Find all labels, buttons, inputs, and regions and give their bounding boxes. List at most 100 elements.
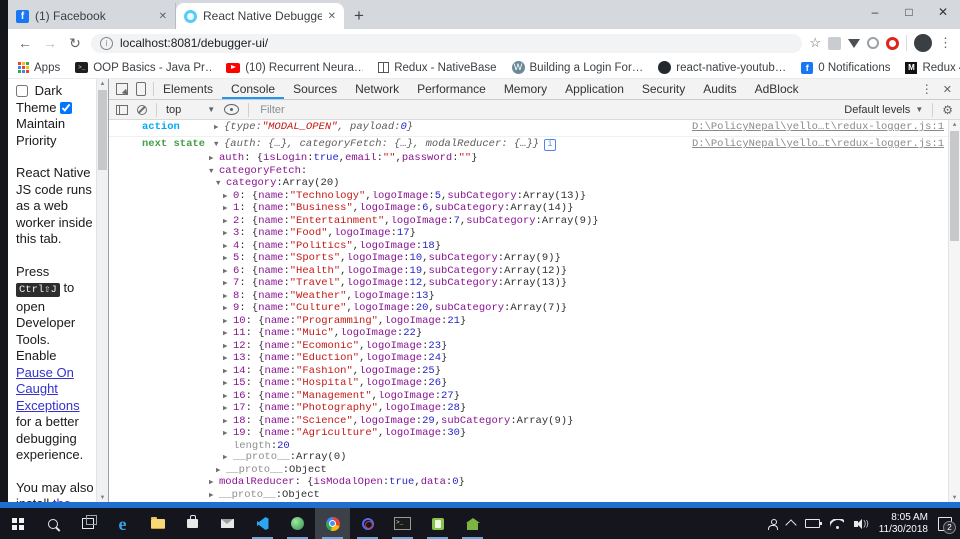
opera-extension-icon[interactable] (886, 36, 899, 50)
tab-elements[interactable]: Elements (154, 79, 222, 99)
scrollbar-thumb[interactable] (98, 90, 107, 170)
bookmark-item[interactable]: Apps (18, 62, 60, 74)
expand-arrow-icon[interactable]: ▶ (223, 242, 233, 254)
devtools-menu-icon[interactable]: ⋮ (921, 82, 933, 96)
filter-input[interactable] (258, 102, 513, 117)
tab-security[interactable]: Security (633, 79, 694, 99)
taskbar-mail-button[interactable] (210, 508, 245, 539)
dark-theme-checkbox[interactable] (16, 85, 28, 97)
expand-arrow-icon[interactable]: ▶ (223, 317, 233, 329)
wifi-icon[interactable] (830, 518, 845, 529)
device-toolbar-icon[interactable] (136, 82, 146, 96)
maximize-button[interactable]: □ (892, 0, 926, 26)
expand-arrow-icon[interactable]: ▼ (214, 138, 224, 153)
live-expression-icon[interactable] (224, 104, 240, 115)
expand-arrow-icon[interactable]: ▶ (209, 491, 219, 503)
expand-arrow-icon[interactable]: ▶ (223, 267, 233, 279)
action-center-icon[interactable]: 2 (938, 516, 956, 534)
bookmark-item[interactable]: OOP Basics - Java Pr… (75, 62, 211, 74)
bookmark-item[interactable]: react-native-youtub… (658, 61, 786, 74)
expand-arrow-icon[interactable]: ▶ (223, 453, 233, 465)
settings-gear-icon[interactable]: ⚙ (942, 103, 953, 117)
forward-icon[interactable]: → (41, 36, 59, 50)
browser-tab[interactable]: React Native Debugger ✕ (176, 3, 344, 29)
tray-chevron-up-icon[interactable] (785, 519, 798, 531)
extension-circle-icon[interactable] (867, 37, 879, 49)
idm-extension-icon[interactable] (848, 38, 860, 48)
volume-icon[interactable]: )) (854, 518, 869, 529)
new-tab-button[interactable]: + (354, 7, 364, 24)
bookmark-item[interactable]: (10) Recurrent Neura… (226, 62, 363, 74)
address-bar[interactable]: i localhost:8081/debugger-ui/ (91, 33, 803, 53)
expand-arrow-icon[interactable]: ▶ (223, 217, 233, 229)
taskbar-clock[interactable]: 8:05 AM 11/30/2018 (879, 512, 928, 536)
expand-arrow-icon[interactable]: ▶ (223, 367, 233, 379)
tab-performance[interactable]: Performance (408, 79, 495, 99)
tab-console[interactable]: Console (222, 79, 284, 99)
taskbar-rn-debugger-button[interactable] (350, 508, 385, 539)
expand-arrow-icon[interactable]: ▶ (223, 379, 233, 391)
expand-arrow-icon[interactable]: ▶ (223, 204, 233, 216)
taskbar-search-button[interactable] (35, 508, 70, 539)
taskbar-file-explorer-button[interactable] (140, 508, 175, 539)
taskbar-genymotion-button[interactable] (455, 508, 490, 539)
reload-icon[interactable]: ↻ (66, 36, 84, 50)
pause-exceptions-link[interactable]: Pause On Caught Exceptions (16, 365, 80, 413)
back-icon[interactable]: ← (16, 36, 34, 50)
taskbar-chrome-button[interactable] (315, 508, 350, 539)
expand-arrow-icon[interactable]: ▼ (216, 179, 226, 191)
expand-arrow-icon[interactable]: ▶ (223, 229, 233, 241)
taskbar-terminal-button[interactable] (385, 508, 420, 539)
scroll-up-icon[interactable]: ▲ (949, 120, 960, 130)
browser-tab[interactable]: (1) Facebook ✕ (8, 3, 176, 29)
console-scrollbar[interactable]: ▲ ▼ (948, 120, 960, 503)
expand-arrow-icon[interactable]: ▶ (223, 429, 233, 441)
expand-arrow-icon[interactable]: ▶ (223, 292, 233, 304)
tab-application[interactable]: Application (556, 79, 633, 99)
taskbar-edge-button[interactable] (105, 508, 140, 539)
inspect-element-icon[interactable] (116, 83, 128, 95)
expand-arrow-icon[interactable]: ▶ (223, 192, 233, 204)
taskbar-vscode-button[interactable] (245, 508, 280, 539)
expand-arrow-icon[interactable]: ▶ (216, 466, 226, 478)
tab-close-icon[interactable]: ✕ (328, 11, 336, 22)
tab-sources[interactable]: Sources (284, 79, 346, 99)
expand-arrow-icon[interactable]: ▶ (223, 404, 233, 416)
bookmark-item[interactable]: Building a Login For… (511, 61, 643, 74)
bookmark-item[interactable]: Redux - NativeBase (378, 62, 497, 74)
log-levels-selector[interactable]: Default levels ▼ (844, 104, 923, 116)
source-file-link[interactable]: D:\PolicyNepal\yello…t\redux-logger.js:1 (680, 120, 949, 135)
context-selector[interactable]: top ▼ (166, 104, 215, 116)
expand-arrow-icon[interactable]: ▶ (214, 121, 224, 136)
close-button[interactable]: ✕ (926, 0, 960, 26)
taskbar-emulator-button[interactable] (420, 508, 455, 539)
browser-menu-icon[interactable]: ⋮ (939, 35, 952, 51)
expand-arrow-icon[interactable]: ▶ (223, 279, 233, 291)
tab-adblock[interactable]: AdBlock (746, 79, 808, 99)
expand-arrow-icon[interactable]: ▶ (223, 354, 233, 366)
bookmark-star-icon[interactable]: ☆ (809, 35, 821, 51)
taskbar-task-view-button[interactable] (70, 508, 105, 539)
minimize-button[interactable]: – (858, 0, 892, 26)
taskbar-android-studio-button[interactable] (280, 508, 315, 539)
extension-icon[interactable] (828, 36, 841, 50)
tab-audits[interactable]: Audits (694, 79, 745, 99)
bookmark-item[interactable]: Redux 4 Ways – Rea… (905, 61, 960, 74)
people-icon[interactable] (768, 519, 779, 530)
tab-close-icon[interactable]: ✕ (159, 11, 167, 22)
tab-network[interactable]: Network (346, 79, 408, 99)
bookmark-item[interactable]: 0 Notifications (801, 61, 890, 74)
scrollbar-thumb[interactable] (950, 131, 959, 241)
taskbar-store-button[interactable] (175, 508, 210, 539)
profile-avatar[interactable] (914, 34, 932, 52)
expand-arrow-icon[interactable]: ▶ (209, 154, 219, 166)
source-file-link[interactable]: D:\PolicyNepal\yello…t\redux-logger.js:1 (680, 137, 949, 152)
console-sidebar-icon[interactable] (116, 104, 128, 115)
page-info-icon[interactable]: i (100, 36, 113, 50)
maintain-priority-checkbox[interactable] (60, 101, 73, 114)
battery-icon[interactable] (805, 519, 823, 528)
scroll-up-icon[interactable]: ▲ (97, 79, 108, 89)
expand-arrow-icon[interactable]: ▶ (223, 392, 233, 404)
expand-arrow-icon[interactable]: ▶ (209, 478, 219, 490)
devtools-close-icon[interactable]: ✕ (943, 83, 952, 96)
